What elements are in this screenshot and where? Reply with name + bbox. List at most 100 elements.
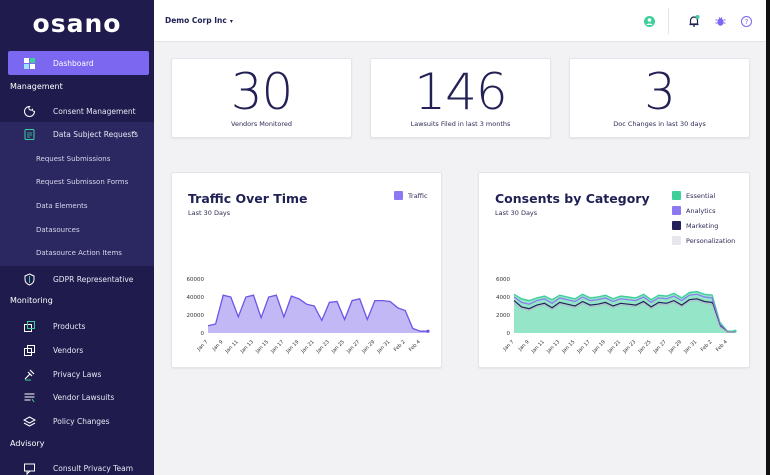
stat-card-vendors[interactable]: 30 Vendors Monitored xyxy=(171,58,352,138)
x-tick-label: Jan 7 xyxy=(502,339,516,353)
x-tick-label: Jan 9 xyxy=(211,339,225,353)
sidebar-item-consent-management[interactable]: Consent Management xyxy=(0,99,154,123)
y-tick-label: 20000 xyxy=(187,313,205,319)
sidebar-subitem-data-elements[interactable]: Data Elements xyxy=(36,202,88,210)
cookie-icon xyxy=(22,104,36,118)
x-tick-label: Feb 2 xyxy=(393,339,407,353)
y-tick-label: 0 xyxy=(201,331,205,337)
series-end-point xyxy=(426,329,430,333)
y-tick-label: 40000 xyxy=(187,295,205,301)
sidebar-item-label: Policy Changes xyxy=(53,416,110,426)
sidebar-subitem-datasource-action-items[interactable]: Datasource Action Items xyxy=(36,249,122,257)
org-selector[interactable]: Demo Corp Inc ▾ xyxy=(165,16,233,25)
sidebar-item-label: Data Subject Requests xyxy=(53,129,139,139)
y-tick-label: 0 xyxy=(507,331,511,337)
x-tick-label: Jan 25 xyxy=(330,339,346,355)
traffic-chart-card: Traffic Over Time Last 30 Days Traffic 0… xyxy=(171,172,442,368)
sidebar-item-policy-changes[interactable]: Policy Changes xyxy=(0,409,154,433)
sidebar-item-label: Privacy Laws xyxy=(53,369,102,379)
stat-card-lawsuits[interactable]: 146 Lawsuits Filed in last 3 months xyxy=(370,58,551,138)
vendors-icon xyxy=(22,343,36,357)
stat-label: Doc Changes in last 30 days xyxy=(613,120,706,128)
y-tick-label: 6000 xyxy=(496,277,510,283)
sidebar-item-privacy-laws[interactable]: Privacy Laws xyxy=(0,362,154,386)
stat-value: 30 xyxy=(230,63,294,121)
section-advisory: Advisory xyxy=(10,439,45,448)
sidebar-item-products[interactable]: Products xyxy=(0,314,154,338)
x-tick-label: Jan 15 xyxy=(254,339,270,355)
x-tick-label: Jan 9 xyxy=(517,339,531,353)
x-tick-label: Jan 27 xyxy=(345,339,361,355)
chevron-down-icon: ▾ xyxy=(229,18,233,25)
sidebar-subitem-request-submissions[interactable]: Request Submissions xyxy=(36,155,110,163)
shield-icon xyxy=(22,272,36,286)
sidebar: osano Dashboard Management Consent Manag… xyxy=(0,0,154,475)
stat-value: 3 xyxy=(644,63,676,121)
org-name: Demo Corp Inc xyxy=(165,16,227,25)
bell-icon[interactable] xyxy=(686,13,702,29)
stat-card-doc-changes[interactable]: 3 Doc Changes in last 30 days xyxy=(569,58,750,138)
chevron-up-icon[interactable]: ^ xyxy=(131,130,138,139)
x-tick-label: Jan 17 xyxy=(576,339,592,355)
x-tick-label: Jan 13 xyxy=(545,339,561,355)
consents-chart-card: Consents by Category Last 30 Days Essent… xyxy=(478,172,750,368)
sidebar-item-dashboard[interactable]: Dashboard xyxy=(8,51,149,75)
products-icon xyxy=(22,319,36,333)
sidebar-item-label: Dashboard xyxy=(53,58,94,68)
sidebar-item-label: Consult Privacy Team xyxy=(53,463,134,473)
section-monitoring: Monitoring xyxy=(10,296,53,305)
y-tick-label: 4000 xyxy=(496,295,510,301)
traffic-chart: 0200004000060000Jan 7 Jan 9 Jan 11 Jan 13 Ja… xyxy=(187,277,430,355)
list-icon xyxy=(22,390,36,404)
chat-icon xyxy=(22,461,36,475)
section-management: Management xyxy=(10,82,63,91)
stat-value: 146 xyxy=(414,63,507,121)
consents-chart: 0200040006000Jan 7 Jan 9 Jan 11 Jan 13 Jan 1… xyxy=(496,277,737,355)
x-tick-label: Jan 27 xyxy=(652,339,668,355)
x-tick-label: Feb 2 xyxy=(700,339,714,353)
topbar-divider xyxy=(668,8,669,34)
layers-icon xyxy=(22,414,36,428)
gavel-icon xyxy=(22,367,36,381)
x-tick-label: Jan 23 xyxy=(621,339,637,355)
sidebar-item-vendors[interactable]: Vendors xyxy=(0,338,154,362)
x-tick-label: Jan 19 xyxy=(284,339,300,355)
x-tick-label: Jan 17 xyxy=(269,339,285,355)
x-tick-label: Jan 11 xyxy=(224,339,240,355)
sidebar-item-vendor-lawsuits[interactable]: Vendor Lawsuits xyxy=(0,385,154,409)
x-tick-label: Jan 29 xyxy=(360,339,376,355)
sidebar-item-label: GDPR Representative xyxy=(53,274,134,284)
document-icon xyxy=(22,127,36,141)
y-tick-label: 2000 xyxy=(496,313,510,319)
dashboard-icon xyxy=(22,56,36,70)
x-tick-label: Feb 4 xyxy=(408,339,422,353)
top-bar: Demo Corp Inc ▾ ? xyxy=(154,0,770,42)
x-tick-label: Jan 7 xyxy=(196,339,210,353)
y-tick-label: 60000 xyxy=(187,277,205,283)
sidebar-item-data-subject-requests[interactable]: Data Subject Requests ^ xyxy=(0,122,154,146)
x-tick-label: Jan 11 xyxy=(530,339,546,355)
help-icon[interactable]: ? xyxy=(738,13,754,29)
x-tick-label: Jan 29 xyxy=(667,339,683,355)
x-tick-label: Jan 31 xyxy=(375,339,391,355)
sidebar-item-label: Products xyxy=(53,321,86,331)
sidebar-item-label: Vendor Lawsuits xyxy=(53,392,115,402)
window-edge xyxy=(766,0,770,475)
bug-icon[interactable] xyxy=(712,13,728,29)
x-tick-label: Jan 15 xyxy=(560,339,576,355)
x-tick-label: Jan 23 xyxy=(315,339,331,355)
user-icon[interactable] xyxy=(641,13,657,29)
x-tick-label: Jan 31 xyxy=(682,339,698,355)
sidebar-item-consult-privacy-team[interactable]: Consult Privacy Team xyxy=(0,456,154,475)
sidebar-item-label: Vendors xyxy=(53,345,84,355)
svg-text:?: ? xyxy=(744,18,748,26)
stat-label: Vendors Monitored xyxy=(231,120,292,128)
sidebar-subitem-request-forms[interactable]: Request Submisson Forms xyxy=(36,178,128,186)
x-tick-label: Jan 13 xyxy=(239,339,255,355)
osano-logo[interactable]: osano xyxy=(0,0,154,46)
stat-label: Lawsuits Filed in last 3 months xyxy=(410,120,511,128)
x-tick-label: Feb 4 xyxy=(715,339,729,353)
sidebar-subitem-datasources[interactable]: Datasources xyxy=(36,226,80,234)
x-tick-label: Jan 21 xyxy=(300,339,316,355)
sidebar-item-gdpr-representative[interactable]: GDPR Representative xyxy=(0,267,154,291)
